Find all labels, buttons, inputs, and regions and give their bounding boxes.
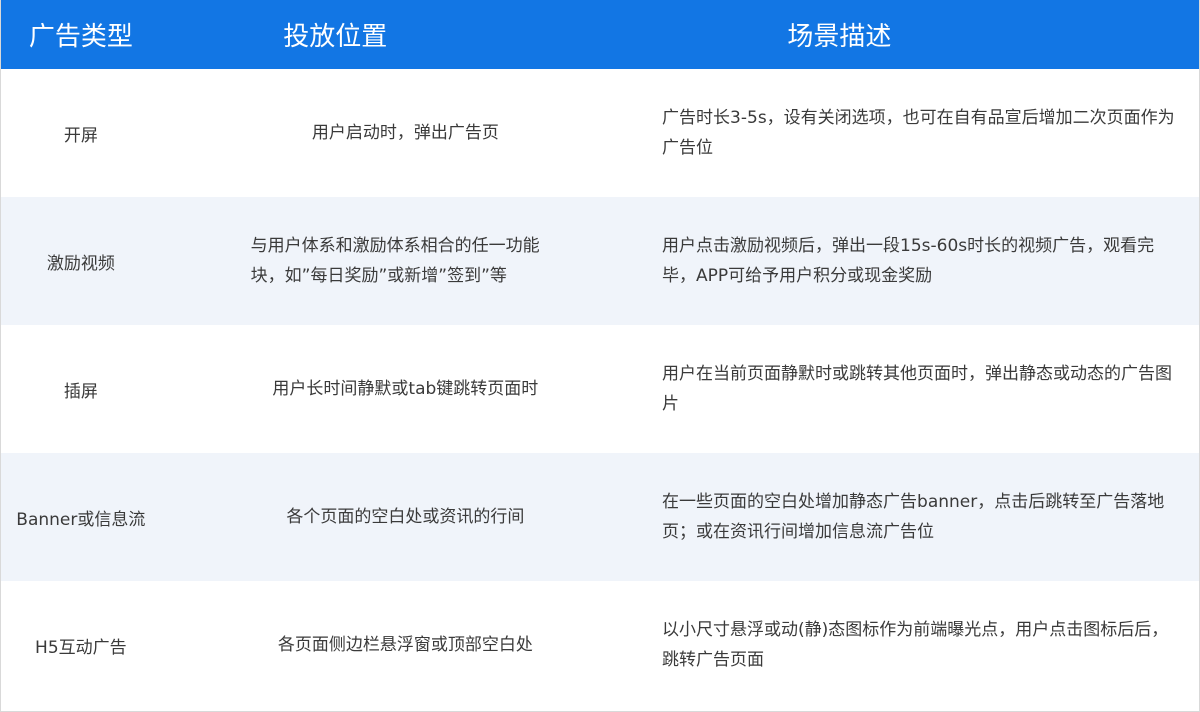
cell-scenario: 用户在当前页面静默时或跳转其他页面时，弹出静态或动态的广告图片 [662,364,1173,414]
table-row: 开屏 用户启动时，弹出广告页 广告时长3-5s，设有关闭选项，也可在自有品宣后增… [1,69,1199,197]
cell-placement: 与用户体系和激励体系相合的任一功能块，如”每日奖励”或新增”签到”等 [250,236,540,286]
header-scenario: 场景描述 [787,22,892,52]
cell-placement: 用户启动时，弹出广告页 [311,123,499,143]
cell-scenario: 广告时长3-5s，设有关闭选项，也可在自有品宣后增加二次页面作为广告位 [662,108,1175,158]
table-row: Banner或信息流 各个页面的空白处或资讯的行间 在一些页面的空白处增加静态广… [1,453,1199,581]
cell-ad-type: 插屏 [63,381,98,402]
cell-ad-type: Banner或信息流 [16,509,146,530]
header-placement: 投放位置 [283,22,388,52]
cell-scenario: 以小尺寸悬浮或动(静)态图标作为前端曝光点，用户点击图标后后，跳转广告页面 [662,620,1169,670]
table-header: 广告类型 投放位置 场景描述 [1,0,1199,69]
cell-placement: 各页面侧边栏悬浮窗或顶部空白处 [277,635,533,655]
cell-scenario: 用户点击激励视频后，弹出一段15s-60s时长的视频广告，观看完毕，APP可给予… [662,236,1155,286]
table-row: 激励视频 与用户体系和激励体系相合的任一功能块，如”每日奖励”或新增”签到”等 … [1,197,1199,325]
cell-ad-type: 激励视频 [46,253,115,274]
table-row: 插屏 用户长时间静默或tab键跳转页面时 用户在当前页面静默时或跳转其他页面时，… [1,325,1199,453]
table-row: H5互动广告 各页面侧边栏悬浮窗或顶部空白处 以小尺寸悬浮或动(静)态图标作为前… [1,581,1199,709]
header-ad-type: 广告类型 [28,22,133,52]
ad-types-table: 广告类型 投放位置 场景描述 开屏 用户启动时，弹出广告页 广告时长3-5s，设… [0,0,1200,712]
cell-ad-type: H5互动广告 [35,637,127,658]
cell-placement: 用户长时间静默或tab键跳转页面时 [272,379,539,399]
cell-ad-type: 开屏 [63,125,98,146]
cell-placement: 各个页面的空白处或资讯的行间 [286,507,525,527]
cell-scenario: 在一些页面的空白处增加静态广告banner，点击后跳转至广告落地页；或在资讯行间… [662,492,1165,542]
